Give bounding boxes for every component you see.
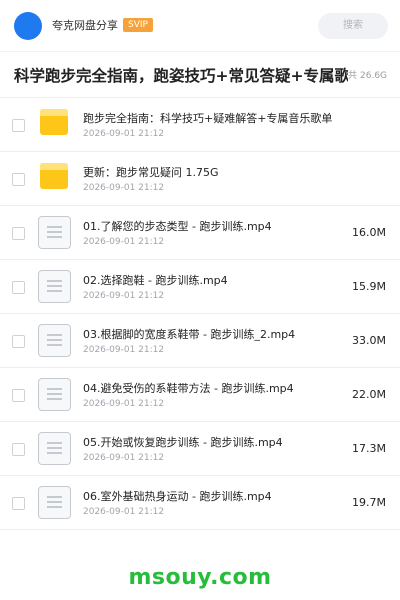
file-row[interactable]: 跑步完全指南：科学技巧+疑难解答+专属音乐歌单 2026-09-01 21:12 bbox=[0, 98, 400, 152]
file-row[interactable]: 06.室外基础热身运动 - 跑步训练.mp4 2026-09-01 21:12 … bbox=[0, 476, 400, 530]
total-size-value: 26.6G bbox=[360, 71, 388, 81]
file-size: 22.0M bbox=[352, 388, 386, 401]
file-size: 15.9M bbox=[352, 280, 386, 293]
folder-total-size: 共 26.6G bbox=[348, 70, 387, 82]
file-row[interactable]: 04.避免受伤的系鞋带方法 - 跑步训练.mp4 2026-09-01 21:1… bbox=[0, 368, 400, 422]
file-date: 2026-09-01 21:12 bbox=[83, 507, 165, 517]
search-input[interactable]: 搜索 bbox=[318, 13, 388, 39]
file-row[interactable]: 02.选择跑鞋 - 跑步训练.mp4 2026-09-01 21:12 15.9… bbox=[0, 260, 400, 314]
file-date: 2026-09-01 21:12 bbox=[83, 129, 165, 139]
row-checkbox[interactable] bbox=[12, 173, 25, 186]
file-icon-slot bbox=[38, 270, 72, 304]
file-name[interactable]: 03.根据脚的宽度系鞋带 - 跑步训练_2.mp4 bbox=[83, 328, 333, 342]
file-name[interactable]: 01.了解您的步态类型 - 跑步训练.mp4 bbox=[83, 220, 333, 234]
file-name[interactable]: 更新：跑步常见疑问 1.75G bbox=[83, 166, 333, 180]
file-name[interactable]: 02.选择跑鞋 - 跑步训练.mp4 bbox=[83, 274, 333, 288]
file-row[interactable]: 05.开始或恢复跑步训练 - 跑步训练.mp4 2026-09-01 21:12… bbox=[0, 422, 400, 476]
file-date: 2026-09-01 21:12 bbox=[83, 345, 165, 355]
file-date: 2026-09-01 21:12 bbox=[83, 453, 165, 463]
row-checkbox[interactable] bbox=[12, 227, 25, 240]
file-list: 跑步完全指南：科学技巧+疑难解答+专属音乐歌单 2026-09-01 21:12… bbox=[0, 98, 400, 530]
file-date: 2026-09-01 21:12 bbox=[83, 183, 165, 193]
file-date: 2026-09-01 21:12 bbox=[83, 291, 165, 301]
folder-title-bar: 科学跑步完全指南，跑姿技巧+常见答疑+专属歌单 共 26.6G bbox=[0, 52, 400, 98]
file-size: 17.3M bbox=[352, 442, 386, 455]
row-checkbox[interactable] bbox=[12, 443, 25, 456]
file-row[interactable]: 01.了解您的步态类型 - 跑步训练.mp4 2026-09-01 21:12 … bbox=[0, 206, 400, 260]
file-size: 19.7M bbox=[352, 496, 386, 509]
file-size: 16.0M bbox=[352, 226, 386, 239]
document-icon bbox=[38, 216, 71, 249]
file-name[interactable]: 05.开始或恢复跑步训练 - 跑步训练.mp4 bbox=[83, 436, 333, 450]
row-checkbox[interactable] bbox=[12, 497, 25, 510]
folder-icon bbox=[40, 109, 68, 135]
file-icon-slot bbox=[38, 432, 72, 466]
app-header: 夸克网盘分享 SVIP 搜索 bbox=[0, 0, 400, 52]
row-checkbox[interactable] bbox=[12, 281, 25, 294]
file-date: 2026-09-01 21:12 bbox=[83, 237, 165, 247]
folder-icon bbox=[40, 163, 68, 189]
row-checkbox[interactable] bbox=[12, 335, 25, 348]
document-icon bbox=[38, 486, 71, 519]
file-date: 2026-09-01 21:12 bbox=[83, 399, 165, 409]
total-size-prefix: 共 bbox=[348, 71, 358, 81]
sharer-name: 夸克网盘分享 bbox=[52, 19, 118, 32]
file-icon-slot bbox=[38, 162, 72, 196]
svip-badge: SVIP bbox=[123, 18, 153, 32]
page-title: 科学跑步完全指南，跑姿技巧+常见答疑+专属歌单 bbox=[14, 67, 348, 85]
document-icon bbox=[38, 324, 71, 357]
file-icon-slot bbox=[38, 324, 72, 358]
file-icon-slot bbox=[38, 486, 72, 520]
avatar[interactable] bbox=[14, 12, 42, 40]
file-name[interactable]: 06.室外基础热身运动 - 跑步训练.mp4 bbox=[83, 490, 333, 504]
row-checkbox[interactable] bbox=[12, 119, 25, 132]
site-watermark: msouy.com bbox=[128, 565, 272, 590]
document-icon bbox=[38, 270, 71, 303]
file-name[interactable]: 04.避免受伤的系鞋带方法 - 跑步训练.mp4 bbox=[83, 382, 333, 396]
row-checkbox[interactable] bbox=[12, 389, 25, 402]
file-icon-slot bbox=[38, 216, 72, 250]
file-size: 33.0M bbox=[352, 334, 386, 347]
file-icon-slot bbox=[38, 108, 72, 142]
file-row[interactable]: 03.根据脚的宽度系鞋带 - 跑步训练_2.mp4 2026-09-01 21:… bbox=[0, 314, 400, 368]
file-row[interactable]: 更新：跑步常见疑问 1.75G 2026-09-01 21:12 bbox=[0, 152, 400, 206]
document-icon bbox=[38, 378, 71, 411]
file-icon-slot bbox=[38, 378, 72, 412]
footer: msouy.com bbox=[0, 548, 400, 600]
document-icon bbox=[38, 432, 71, 465]
file-name[interactable]: 跑步完全指南：科学技巧+疑难解答+专属音乐歌单 bbox=[83, 112, 333, 126]
